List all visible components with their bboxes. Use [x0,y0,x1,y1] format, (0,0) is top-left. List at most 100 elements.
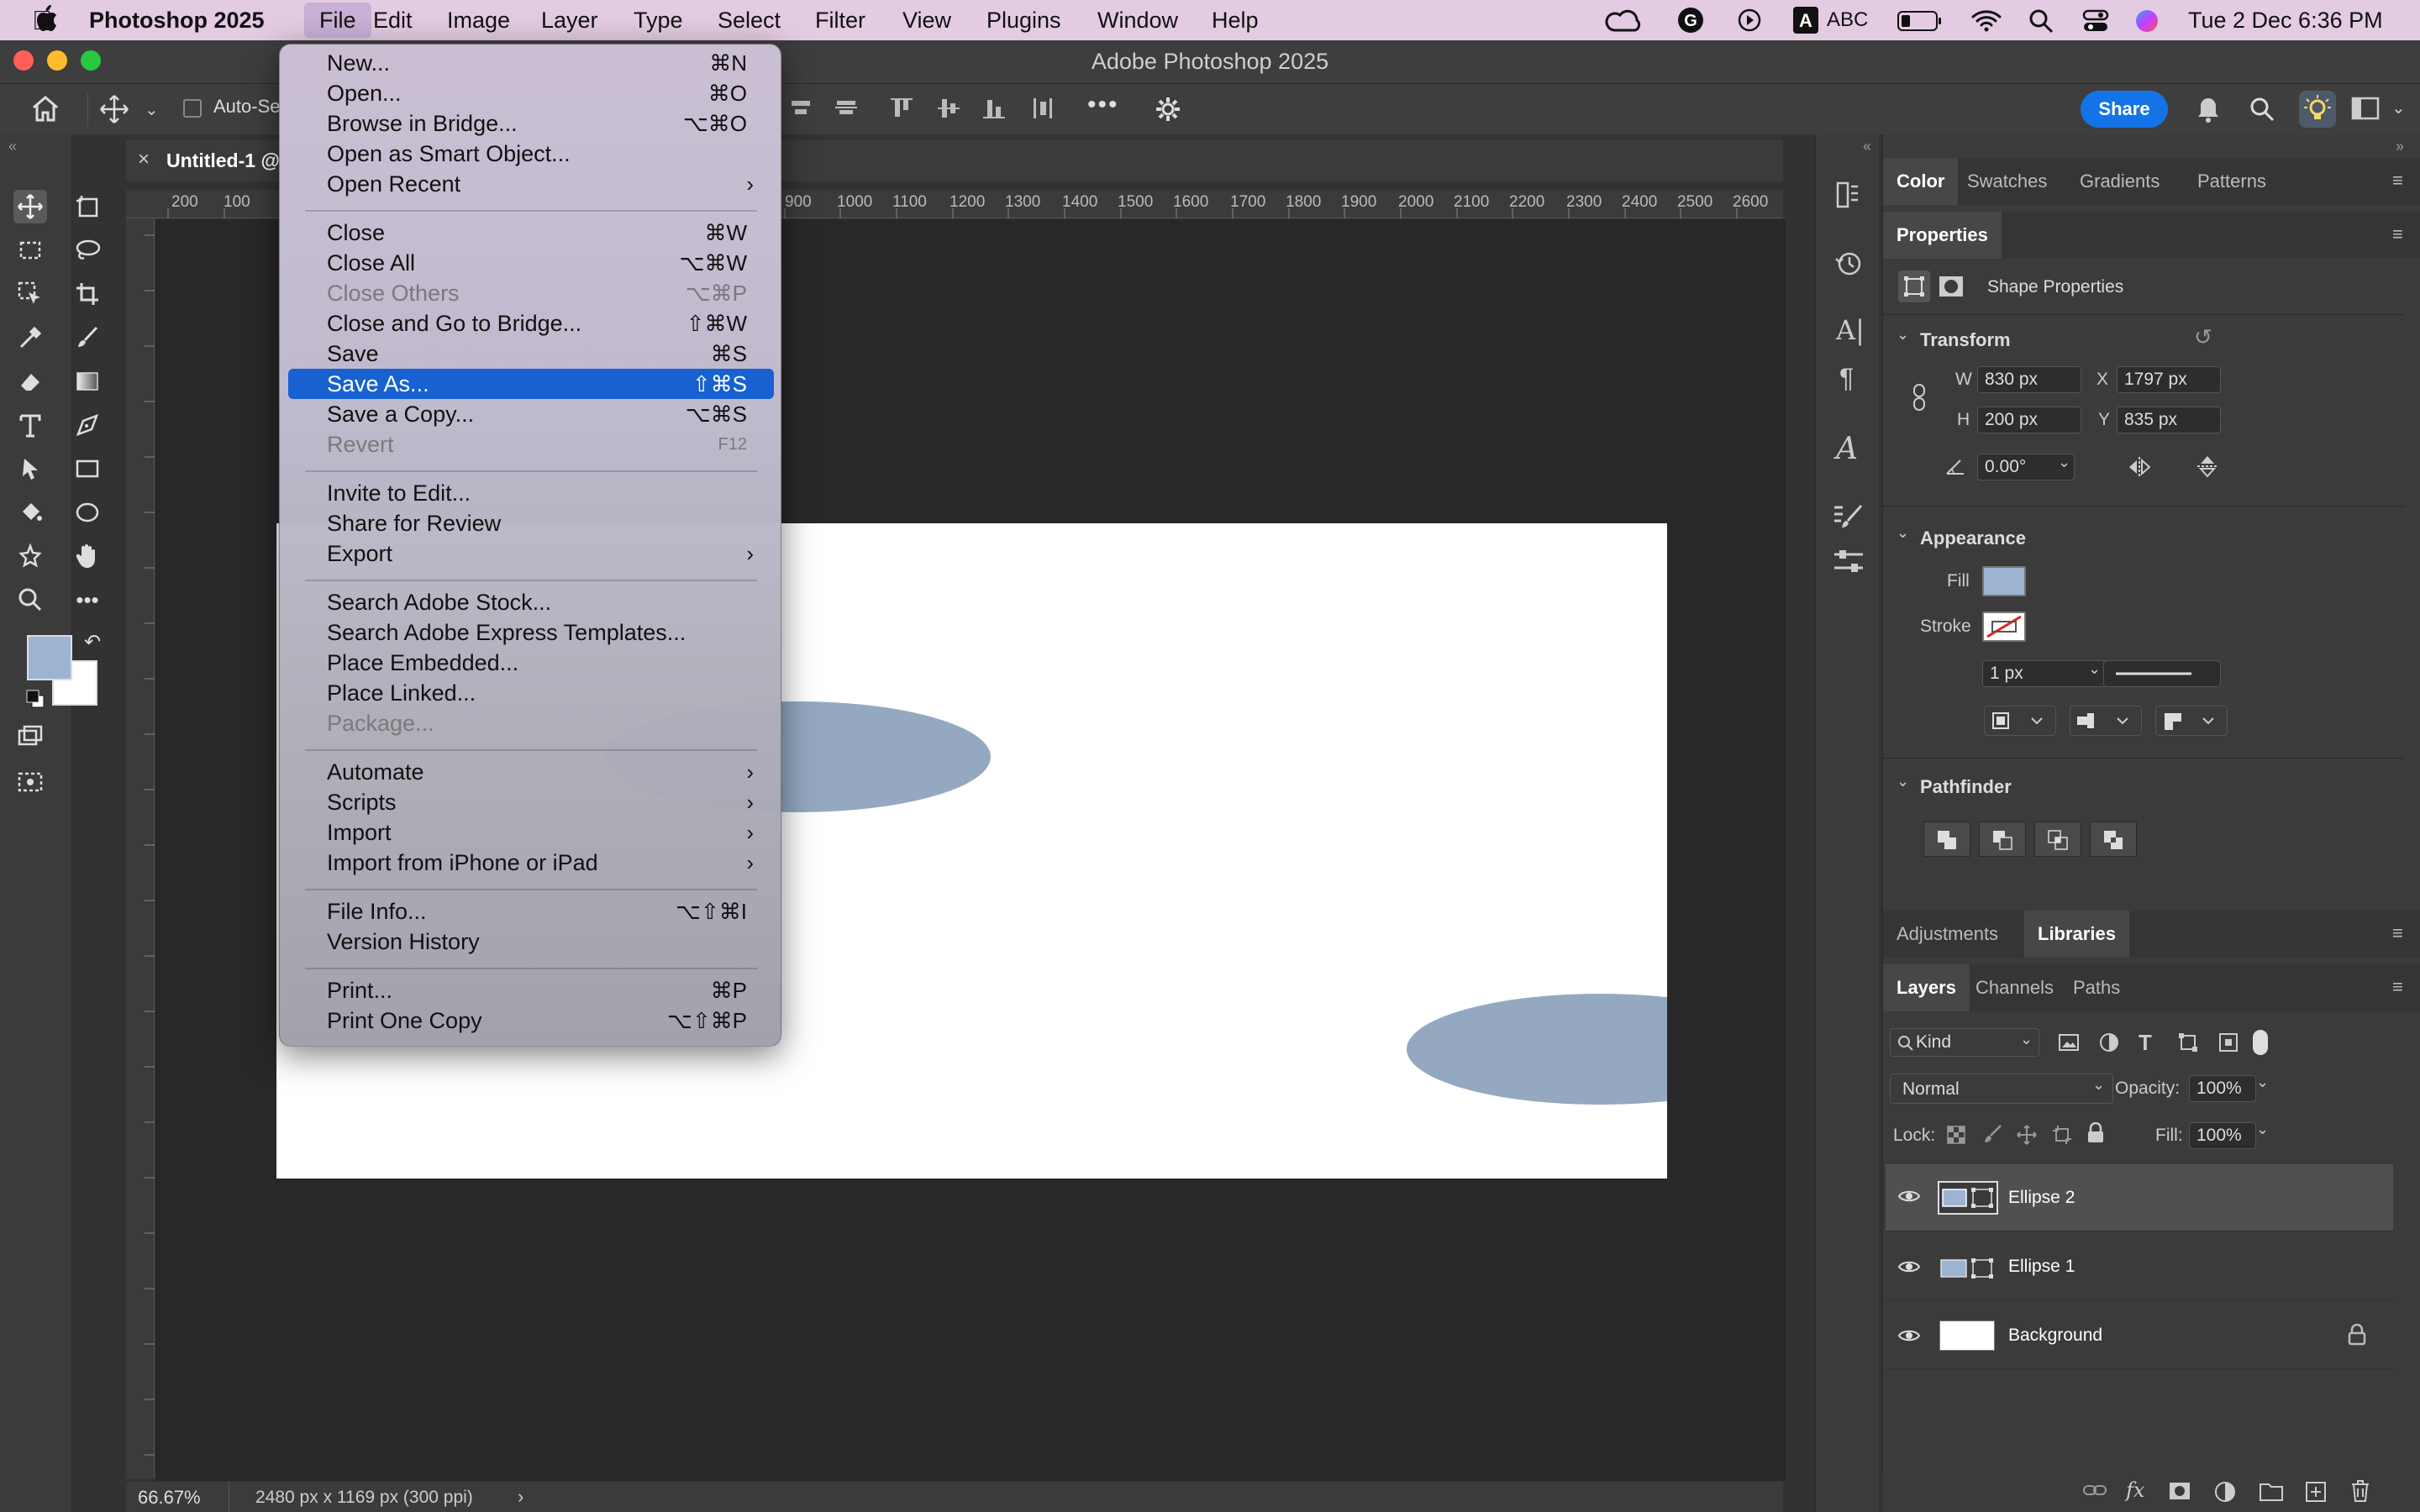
tab-patterns[interactable]: Patterns [2184,158,2280,205]
stroke-type-field[interactable] [2103,660,2221,687]
width-field[interactable]: 830 px [1977,366,2081,393]
wifi-icon[interactable] [1971,8,2002,32]
puppet-tool-icon[interactable] [13,539,47,573]
ellipse-2-shape[interactable] [1407,994,1667,1105]
type-tool-icon[interactable] [13,408,47,442]
lock-all-icon[interactable] [2086,1122,2105,1144]
crop-tool-icon[interactable] [71,277,104,311]
chevron-down-icon[interactable]: ⌄ [2088,660,2101,678]
tab-libraries[interactable]: Libraries [2024,911,2129,958]
zoom-level[interactable]: 66.67% [138,1487,201,1509]
app-menu[interactable]: Photoshop 2025 [74,0,280,40]
close-tab-icon[interactable]: × [138,148,150,171]
gradient-tool-icon[interactable] [71,365,104,398]
menu-item-file-info[interactable]: File Info... ⌥⇧⌘I [288,896,774,927]
default-colors-icon[interactable] [25,689,45,709]
layer-filter-dropdown[interactable]: Kind ⌄ [1890,1028,2039,1057]
x-field[interactable]: 1797 px [2117,366,2221,393]
menu-item-print[interactable]: Print... ⌘P [288,975,774,1005]
adjustments-sliders-icon[interactable] [1833,548,1865,576]
layer-name[interactable]: Ellipse 1 [2008,1257,2075,1277]
panel-menu-icon[interactable]: ≡ [2392,223,2403,245]
tab-swatches[interactable]: Swatches [1954,158,2060,205]
tab-color[interactable]: Color [1883,158,1959,205]
chevron-down-icon[interactable]: ⌄ [1897,524,1909,542]
spotlight-search-icon[interactable] [2028,8,2054,34]
link-layers-icon[interactable] [2082,1482,2107,1499]
more-options-icon[interactable]: ••• [1087,91,1119,119]
lock-pixels-icon[interactable] [1982,1124,2002,1144]
menu-item-new[interactable]: New... ⌘N [288,48,774,78]
align-middle-icon[interactable] [936,96,961,121]
lock-transparency-icon[interactable] [1947,1126,1965,1144]
text-input-icon[interactable]: A [1793,7,1818,34]
quick-mask-icon[interactable] [13,719,47,753]
menu-item-close-go-to-bridge[interactable]: Close and Go to Bridge... ⇧⌘W [288,308,774,339]
menu-edit[interactable]: Edit [358,0,428,40]
clock[interactable]: Tue 2 Dec 6:36 PM [2188,0,2383,40]
menu-item-invite-to-edit[interactable]: Invite to Edit... [288,478,774,508]
lasso-tool-icon[interactable] [71,234,104,267]
tab-paths[interactable]: Paths [2060,964,2133,1011]
menu-type[interactable]: Type [618,0,698,40]
tab-adjustments[interactable]: Adjustments [1883,911,2012,958]
eye-icon[interactable] [1897,1327,1921,1344]
chevron-down-icon[interactable]: ⌄ [2391,97,2406,118]
filter-adjustment-icon[interactable] [2098,1032,2120,1053]
chevron-down-icon[interactable]: ⌄ [1897,326,1909,344]
fill-field[interactable]: 100% [2189,1122,2256,1149]
menu-item-save-as[interactable]: Save As... ⇧⌘S [288,369,774,399]
menu-item-export[interactable]: Export › [288,538,774,569]
stroke-cap-dropdown[interactable] [2070,706,2142,736]
lock-position-icon[interactable] [2016,1124,2038,1146]
flip-horizontal-icon[interactable] [2127,455,2152,479]
tab-gradients[interactable]: Gradients [2066,158,2173,205]
paint-bucket-icon[interactable] [13,496,47,529]
menu-select[interactable]: Select [702,0,796,40]
bell-icon[interactable] [2195,96,2222,124]
lock-icon[interactable] [2348,1324,2366,1346]
layer-row[interactable]: Ellipse 1 [1886,1233,2393,1300]
glyphs-icon[interactable]: A [1836,432,1858,466]
panel-menu-icon[interactable]: ≡ [2392,922,2403,944]
panel-menu-icon[interactable]: ≡ [2392,976,2403,998]
search-icon[interactable] [2249,96,2275,123]
gear-icon[interactable] [1155,96,1181,123]
layer-row[interactable]: Ellipse 2 [1886,1164,2393,1231]
menu-item-search-adobe-stock[interactable]: Search Adobe Stock... [288,587,774,617]
stroke-align-dropdown[interactable] [1984,706,2056,736]
grammarly-icon[interactable]: G [1677,7,1704,34]
screen-mode-icon[interactable] [13,764,47,798]
lock-artboard-icon[interactable] [2051,1124,2073,1146]
fx-icon[interactable]: fx [2126,1478,2144,1502]
collapse-icon[interactable]: » [2396,138,2404,155]
document-tab[interactable]: Untitled-1 @ [166,150,280,172]
trash-icon[interactable] [2349,1478,2371,1504]
layer-row[interactable]: Background [1886,1302,2393,1369]
blend-mode-dropdown[interactable]: Normal ⌄ [1890,1074,2113,1104]
add-mask-icon[interactable] [2168,1480,2191,1502]
menu-item-print-one-copy[interactable]: Print One Copy ⌥⇧⌘P [288,1005,774,1036]
fill-swatch[interactable] [1982,566,2026,596]
history-brush-icon[interactable] [1834,180,1861,210]
unite-shapes-button[interactable] [1923,822,1970,857]
chevron-down-icon[interactable]: ⌄ [145,99,159,120]
distribute-icon[interactable] [1030,96,1055,121]
new-group-icon[interactable] [2259,1480,2284,1502]
menu-filter[interactable]: Filter [800,0,881,40]
link-icon[interactable] [1912,383,1927,412]
align-bottom-icon[interactable] [981,96,1007,121]
marquee-tool-icon[interactable] [13,234,47,267]
artboard-tool-icon[interactable] [71,190,104,223]
menu-plugins[interactable]: Plugins [971,0,1076,40]
filter-toggle[interactable] [2253,1030,2268,1055]
menu-item-import-from-iphone[interactable]: Import from iPhone or iPad › [288,848,774,878]
character-icon[interactable]: A| [1836,314,1865,346]
filter-pixel-icon[interactable] [2058,1032,2080,1053]
object-select-tool-icon[interactable] [13,277,47,311]
intersect-shapes-button[interactable] [2034,822,2081,857]
move-tool-icon[interactable] [99,94,129,124]
stroke-swatch[interactable] [1982,612,2026,642]
chevron-down-icon[interactable]: ⌄ [2058,454,2070,471]
shape-icon[interactable] [1898,270,1930,302]
